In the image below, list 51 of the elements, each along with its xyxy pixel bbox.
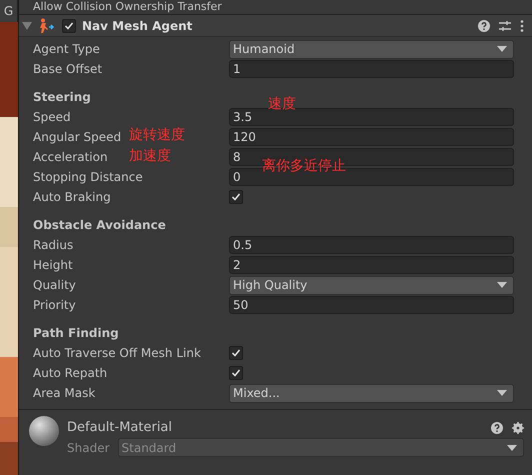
section-header: Steering xyxy=(32,89,91,106)
help-icon[interactable] xyxy=(478,20,490,32)
field-label: Acceleration xyxy=(33,150,108,164)
caret-icon xyxy=(497,282,507,288)
checkmark-icon xyxy=(231,192,241,202)
input-field[interactable]: 120 xyxy=(229,128,514,146)
input-field[interactable]: 0.5 xyxy=(229,236,514,254)
checkbox[interactable] xyxy=(229,366,243,380)
caret-icon xyxy=(497,390,507,396)
field-label: Auto Braking xyxy=(33,190,111,204)
input-field[interactable]: 2 xyxy=(229,256,514,274)
annotation-text: 加速度 xyxy=(129,147,171,165)
more-icon[interactable] xyxy=(520,20,524,32)
field-label: Shader xyxy=(67,440,110,454)
section-header: Obstacle Avoidance xyxy=(32,217,166,234)
component-title: Nav Mesh Agent xyxy=(82,18,194,32)
checkbox[interactable] xyxy=(62,18,76,32)
field-label: Radius xyxy=(33,238,74,252)
dropdown[interactable]: Mixed... xyxy=(229,384,514,402)
input-field[interactable]: 1 xyxy=(229,60,514,78)
input-field[interactable]: 50 xyxy=(229,296,514,314)
presets-icon[interactable] xyxy=(499,20,511,32)
field-label: Auto Repath xyxy=(33,366,108,380)
dropdown[interactable]: High Quality xyxy=(229,276,514,294)
caret-icon xyxy=(497,46,507,52)
field-label: Angular Speed xyxy=(33,130,122,144)
expand-arrow-icon[interactable] xyxy=(22,22,32,30)
field-label: Area Mask xyxy=(33,386,96,400)
input-field[interactable]: 3.5 xyxy=(229,108,514,126)
field-label: Agent Type xyxy=(33,42,100,56)
field-label: Quality xyxy=(33,278,76,292)
caret-icon xyxy=(507,444,517,450)
dropdown[interactable]: Humanoid xyxy=(229,40,514,58)
section-header: Path Finding xyxy=(32,325,119,342)
checkbox[interactable] xyxy=(229,346,243,360)
field-label: Auto Traverse Off Mesh Link xyxy=(33,346,201,360)
field-label: Priority xyxy=(33,298,76,312)
field-label: Speed xyxy=(33,110,71,124)
agent-icon xyxy=(38,18,56,34)
material-name: Default-Material xyxy=(67,420,172,435)
checkmark-icon xyxy=(64,20,74,30)
tab[interactable]: G xyxy=(0,0,18,22)
field-label: Height xyxy=(33,258,73,272)
settings-icon[interactable] xyxy=(512,422,524,434)
annotation-text: 旋转速度 xyxy=(129,126,185,144)
field-label: Allow Collision Ownership Transfer xyxy=(33,0,222,14)
field-label: Stopping Distance xyxy=(33,170,143,184)
help-icon[interactable] xyxy=(491,422,503,434)
field-label: Base Offset xyxy=(33,62,102,76)
checkbox[interactable] xyxy=(229,190,243,204)
material-sphere-icon xyxy=(29,416,59,446)
